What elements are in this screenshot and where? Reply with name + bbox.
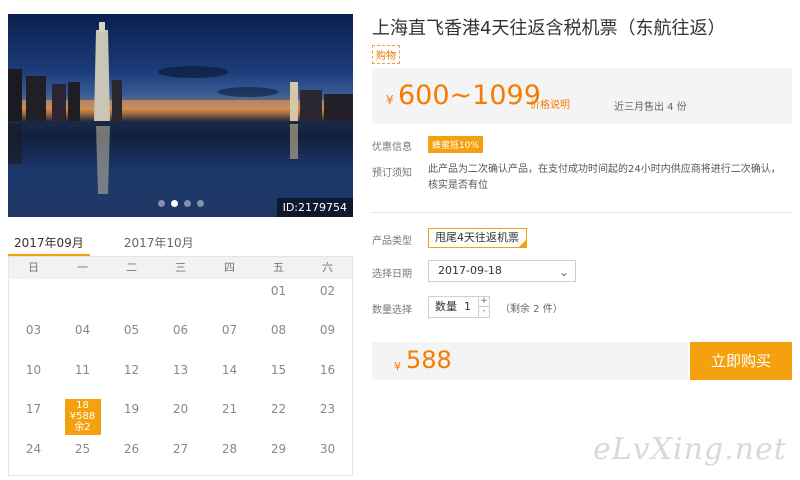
selected-date-cell[interactable]: 18 ¥588 余2	[64, 399, 101, 436]
total-price-bar: ¥ 588	[372, 342, 688, 380]
calendar-day[interactable]: 04	[58, 318, 107, 357]
price-currency: ¥	[386, 93, 394, 107]
calendar-day[interactable]: 13	[156, 358, 205, 397]
price-box: ¥ 600~1099 价格说明 近三月售出 4 份	[372, 68, 792, 124]
carousel-dot[interactable]	[183, 200, 191, 207]
chevron-down-icon: ⌄	[558, 265, 569, 279]
calendar-day[interactable]: 22	[254, 397, 303, 436]
tab-2017-10[interactable]: 2017年10月	[118, 230, 200, 256]
weekday-label: 二	[126, 261, 137, 274]
calendar-empty-cell	[205, 279, 254, 318]
weekday-label: 四	[224, 261, 235, 274]
calendar-day[interactable]: 02	[303, 279, 352, 318]
calendar-day[interactable]: 11	[58, 358, 107, 397]
notice-text: 此产品为二次确认产品，在支付成功时间起的24小时内供应商将进行二次确认，核实是否…	[428, 164, 781, 191]
calendar-day[interactable]: 24	[9, 437, 58, 476]
divider	[372, 212, 792, 213]
calendar-empty-cell	[156, 279, 205, 318]
promo-label: 优惠信息	[372, 142, 412, 153]
calendar-day[interactable]: 21	[205, 397, 254, 436]
calendar-empty-cell	[107, 279, 156, 318]
carousel-dot[interactable]	[157, 200, 165, 207]
calendar-day[interactable]: 17	[9, 397, 58, 436]
selected-date-price: ¥588	[69, 411, 96, 423]
carousel-dot-active[interactable]	[170, 200, 178, 207]
tab-2017-09[interactable]: 2017年09月	[8, 230, 90, 256]
weekday-label: 一	[77, 261, 88, 274]
calendar-day[interactable]: 08	[254, 318, 303, 357]
photo-id-label: ID:2179754	[276, 198, 353, 217]
remaining-stock: （剩余 2 件）	[500, 304, 563, 315]
calendar-day[interactable]: 28	[205, 437, 254, 476]
calendar-day[interactable]: 06	[156, 318, 205, 357]
calendar-day[interactable]: 26	[107, 437, 156, 476]
page-title: 上海直飞香港4天往返含税机票（东航往返）	[372, 18, 726, 39]
calendar-day[interactable]: 18 ¥588 余2	[58, 397, 107, 436]
calendar-day[interactable]: 23	[303, 397, 352, 436]
calendar-day[interactable]: 27	[156, 437, 205, 476]
buy-now-button[interactable]: 立即购买	[690, 342, 792, 380]
decrement-button[interactable]: -	[479, 307, 489, 317]
calendar-day[interactable]: 20	[156, 397, 205, 436]
calendar-day[interactable]: 14	[205, 358, 254, 397]
calendar-day[interactable]: 25	[58, 437, 107, 476]
calendar-day[interactable]: 19	[107, 397, 156, 436]
weekday-label: 五	[273, 261, 284, 274]
qty-prefix: 数量	[435, 300, 457, 313]
selected-date-day: 18	[76, 400, 89, 412]
calendar-day[interactable]: 10	[9, 358, 58, 397]
check-corner-icon	[518, 239, 527, 248]
carousel-dot[interactable]	[196, 200, 204, 207]
total-price: 588	[406, 346, 452, 374]
selected-date-remain: 余2	[74, 422, 91, 434]
price-note-link[interactable]: 价格说明	[530, 96, 570, 111]
date-label: 选择日期	[372, 269, 412, 280]
date-value: 2017-09-18	[438, 264, 502, 277]
calendar: 日 一 二 三 四 五 六 01 02 03 04 05 06 07 08 09 10 11 12 13 14 15 16…	[8, 256, 353, 476]
calendar-day[interactable]: 07	[205, 318, 254, 357]
qty-label: 数量选择	[372, 305, 412, 316]
notice-label: 预订须知	[372, 168, 412, 179]
product-type-value: 甩尾4天往返机票	[435, 231, 519, 244]
calendar-day[interactable]: 29	[254, 437, 303, 476]
calendar-day[interactable]: 03	[9, 318, 58, 357]
calendar-day[interactable]: 01	[254, 279, 303, 318]
date-select[interactable]: 2017-09-18 ⌄	[428, 260, 576, 282]
quantity-stepper: 数量 1 + -	[428, 296, 490, 318]
calendar-day[interactable]: 09	[303, 318, 352, 357]
calendar-days: 01 02 03 04 05 06 07 08 09 10 11 12 13 14 15 16 17 18 ¥588…	[9, 279, 352, 476]
calendar-empty-cell	[58, 279, 107, 318]
price-range: 600~1099	[398, 80, 541, 111]
product-type-label: 产品类型	[372, 236, 412, 247]
promo-badge: 蜂蜜抵10%	[428, 136, 484, 153]
sold-count: 近三月售出 4 份	[614, 102, 687, 113]
stepper-buttons: + -	[478, 297, 489, 317]
product-photo[interactable]: ID:2179754	[8, 14, 353, 217]
weekday-label: 日	[28, 261, 39, 274]
watermark: eLvXing.net	[593, 432, 787, 467]
weekday-label: 六	[322, 261, 333, 274]
total-currency: ¥	[394, 360, 401, 373]
qty-input[interactable]: 1	[464, 297, 471, 317]
product-type-option[interactable]: 甩尾4天往返机票	[428, 228, 527, 248]
category-tag: 购物	[372, 45, 400, 64]
month-tabs: 2017年09月 2017年10月	[8, 230, 353, 256]
calendar-day[interactable]: 12	[107, 358, 156, 397]
calendar-day[interactable]: 30	[303, 437, 352, 476]
hong-kong-skyline-image	[8, 22, 353, 217]
calendar-day[interactable]: 15	[254, 358, 303, 397]
weekday-header: 日一二三四五六	[9, 257, 352, 279]
calendar-day[interactable]: 05	[107, 318, 156, 357]
calendar-empty-cell	[9, 279, 58, 318]
weekday-label: 三	[175, 261, 186, 274]
calendar-day[interactable]: 16	[303, 358, 352, 397]
